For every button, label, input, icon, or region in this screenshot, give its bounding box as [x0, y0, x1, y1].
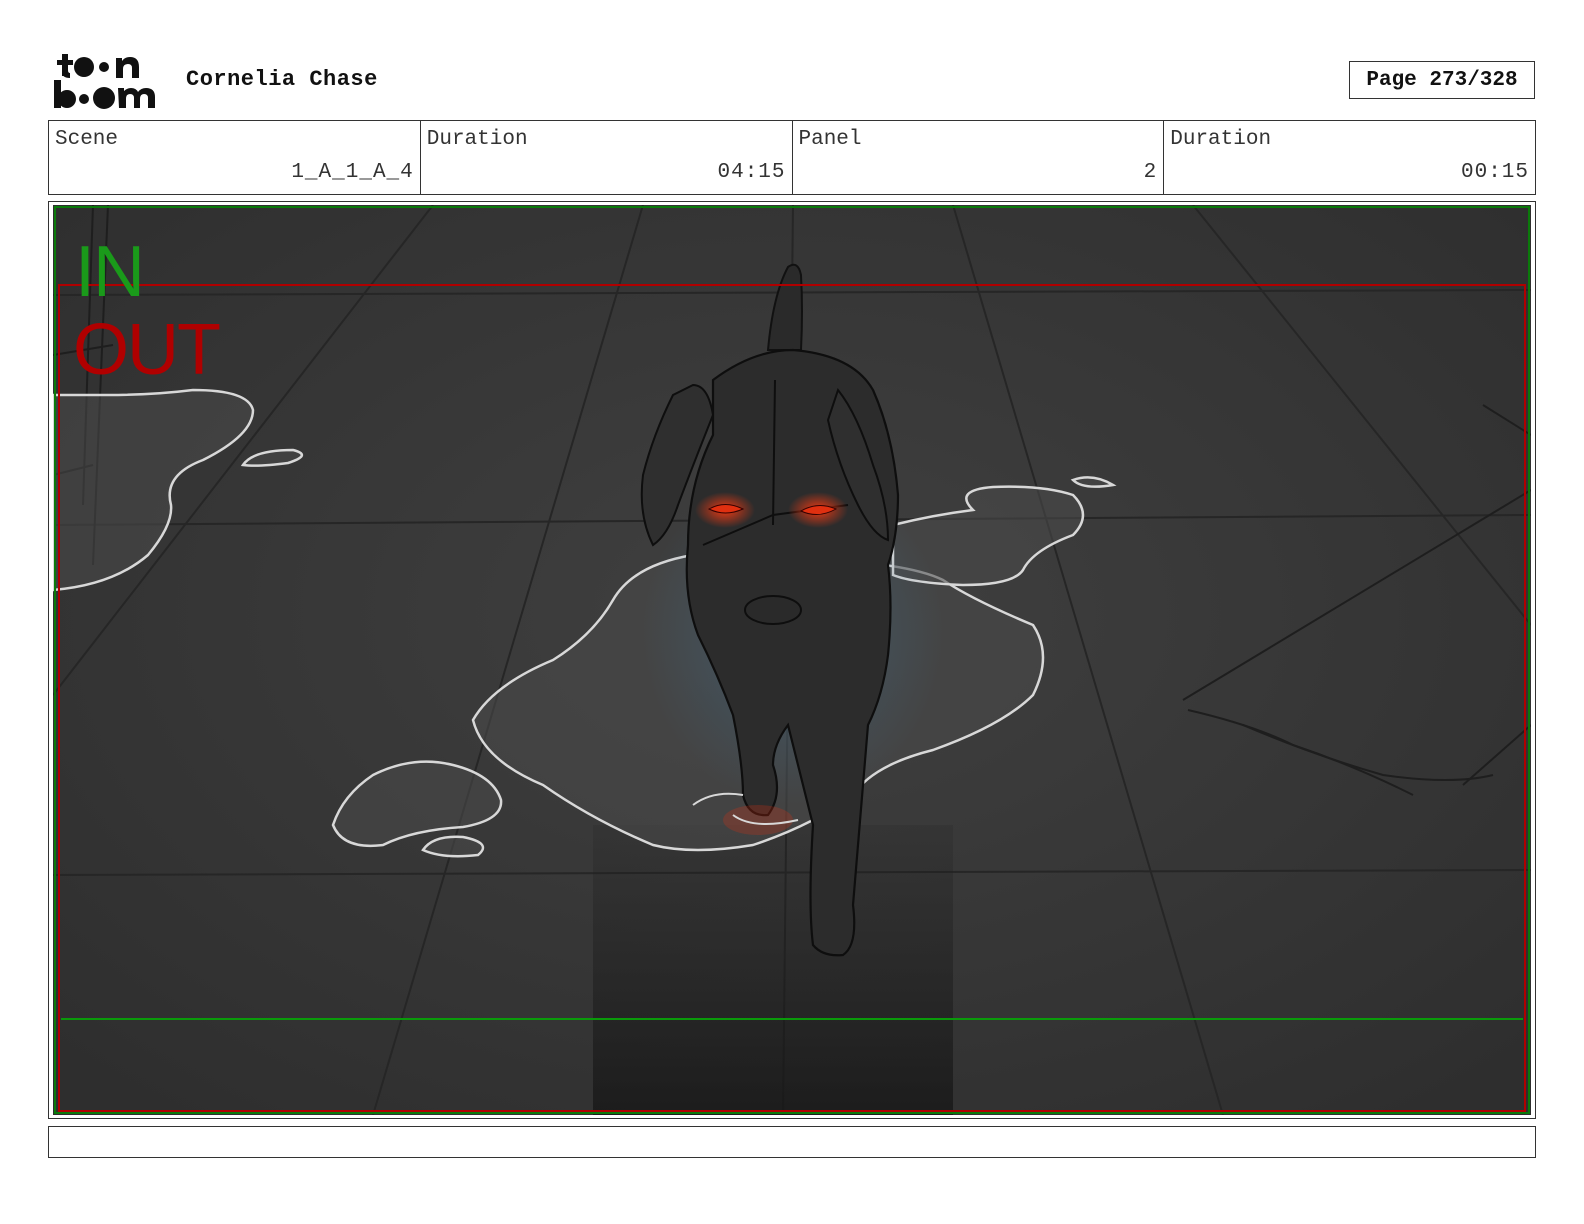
storyboard-panel-image: IN OUT [53, 205, 1531, 1115]
panel-duration-value: 00:15 [1460, 161, 1529, 184]
panel-duration-label: Duration [1170, 128, 1272, 151]
panel-label: Panel [798, 128, 862, 151]
toon-boom-logo-graphic [54, 54, 155, 109]
scene-duration-value: 04:15 [717, 161, 786, 184]
page-indicator: Page 273/328 [1349, 61, 1535, 99]
scene-label: Scene [55, 128, 119, 151]
panel-value: 2 [1143, 161, 1158, 184]
scene-value: 1_A_1_A_4 [291, 161, 414, 184]
out-marker-label: OUT [73, 310, 221, 390]
scene-duration-cell: Duration 04:15 [421, 121, 793, 194]
project-title: Cornelia Chase [186, 67, 378, 92]
panel-info-table: Scene 1_A_1_A_4 Duration 04:15 Panel 2 D… [48, 120, 1536, 195]
in-marker-label: IN [75, 232, 145, 312]
panel-notes-box[interactable] [48, 1126, 1536, 1158]
panel-cell: Panel 2 [793, 121, 1165, 194]
panel-duration-cell: Duration 00:15 [1164, 121, 1535, 194]
toon-boom-logo [52, 50, 164, 112]
dog-nose [744, 595, 802, 625]
dog-shadow [593, 825, 953, 1115]
scene-duration-label: Duration [426, 128, 528, 151]
scene-cell: Scene 1_A_1_A_4 [49, 121, 421, 194]
dog-paw-splash-glow [723, 805, 793, 835]
storyboard-drawing [53, 205, 1531, 1115]
